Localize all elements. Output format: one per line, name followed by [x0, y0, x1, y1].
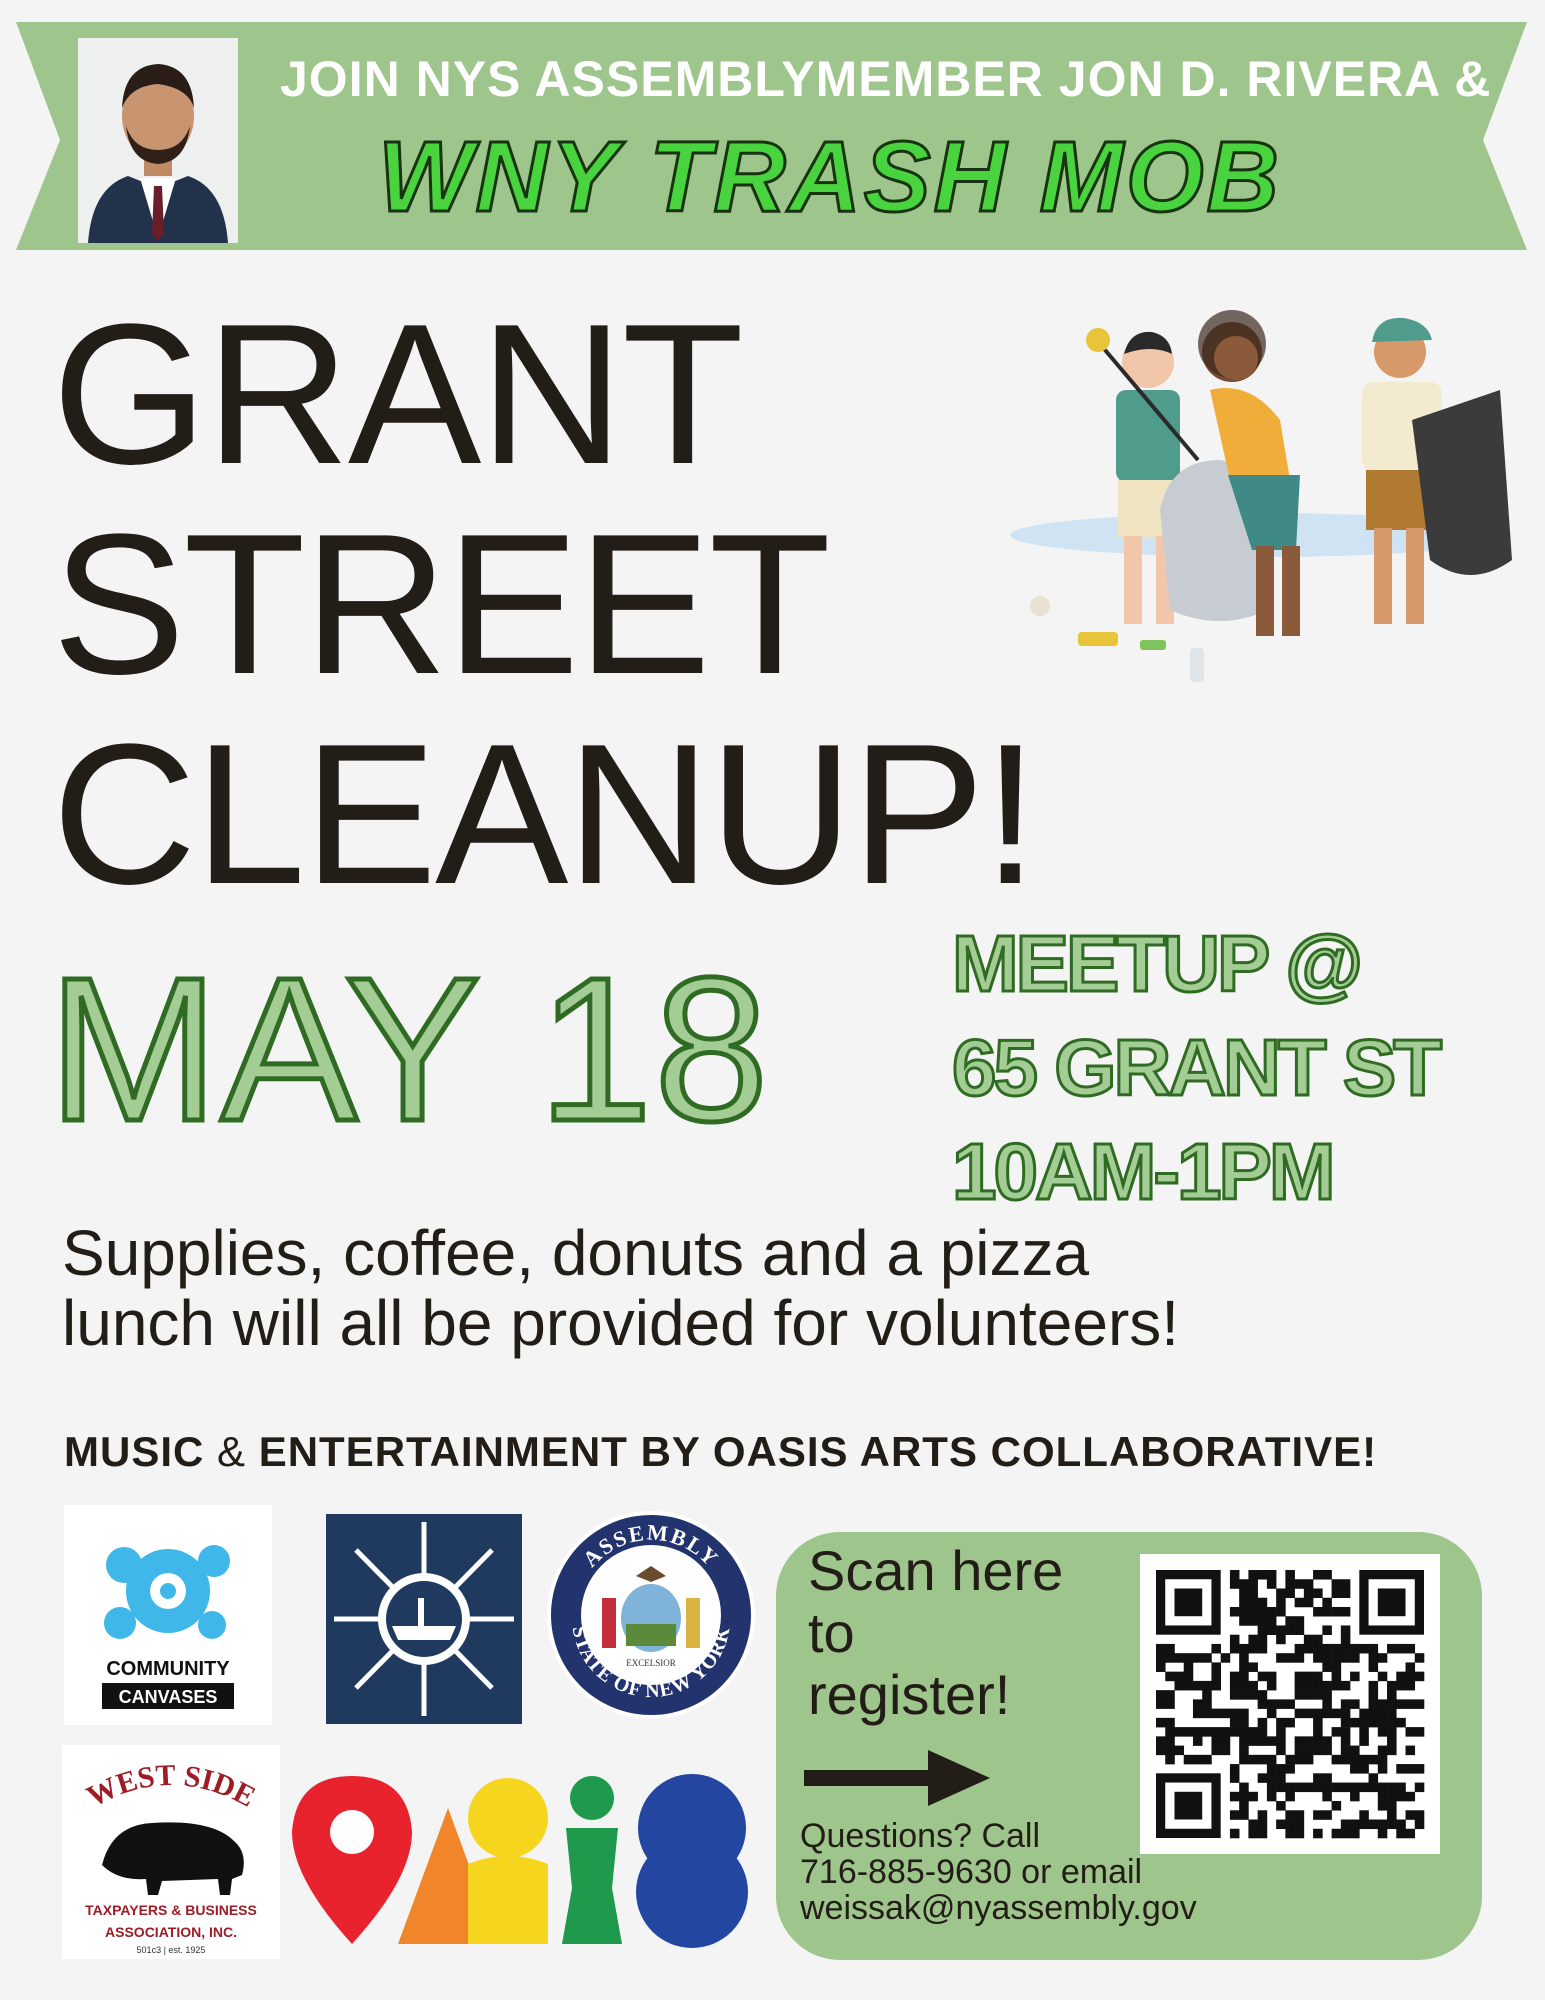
ampersand: &: [204, 1428, 259, 1475]
title-line: CLEANUP!: [52, 703, 1038, 926]
contact-phone-line[interactable]: 716-885-9630 or email: [800, 1854, 1320, 1890]
banner-trash-mob-title: WNY TRASH MOB: [377, 120, 1282, 235]
meetup-line: MEETUP @: [951, 918, 1365, 1010]
title-line: STREET: [52, 493, 831, 716]
svg-text:CANVASES: CANVASES: [119, 1687, 218, 1707]
svg-text:COMMUNITY: COMMUNITY: [106, 1658, 230, 1680]
event-title: GRANT STREET CLEANUP!: [52, 290, 1052, 920]
music-entertainment-note: MUSIC & ENTERTAINMENT BY OASIS ARTS COLL…: [64, 1428, 1377, 1476]
supplies-line: Supplies, coffee, donuts and a pizza: [62, 1217, 1090, 1289]
registration-qr-code[interactable]: [1140, 1554, 1440, 1854]
svg-text:ASSOCIATION, INC.: ASSOCIATION, INC.: [105, 1924, 237, 1940]
svg-text:WEST SIDE: WEST SIDE: [82, 1759, 261, 1814]
nys-assembly-seal: ASSEMBLY STATE OF NEW YORK EXCELSIOR: [542, 1506, 760, 1724]
volunteers-cleanup-illustration: [1010, 310, 1512, 682]
svg-text:TAXPAYERS & BUSINESS: TAXPAYERS & BUSINESS: [85, 1902, 257, 1918]
qr-code-icon: [1156, 1570, 1425, 1839]
banner-join-text: JOIN NYS ASSEMBLYMEMBER JON D. RIVERA &: [280, 51, 1492, 107]
arrow-right-icon: [804, 1750, 990, 1806]
questions-contact: Questions? Call 716-885-9630 or email we…: [800, 1818, 1320, 1926]
meetup-details: MEETUP @ 65 GRANT ST 10AM-1PM: [951, 912, 1512, 1224]
meetup-line: 10AM-1PM: [951, 1126, 1338, 1218]
questions-line: Questions? Call: [800, 1817, 1041, 1855]
supplies-line: lunch will all be provided for volunteer…: [62, 1287, 1180, 1359]
event-date: MAY 18: [45, 935, 771, 1164]
community-canvases-logo: COMMUNITY CANVASES: [64, 1505, 272, 1725]
supplies-note: Supplies, coffee, donuts and a pizza lun…: [62, 1218, 1502, 1358]
contact-email-line[interactable]: weissak@nyassembly.gov: [800, 1890, 1320, 1926]
music-label: MUSIC: [64, 1428, 205, 1475]
entertainment-label: ENTERTAINMENT BY OASIS ARTS COLLABORATIV…: [258, 1428, 1378, 1475]
city-of-buffalo-flag-logo: [326, 1514, 522, 1724]
scan-line: to: [808, 1601, 855, 1664]
oasis-arts-logo: [282, 1768, 762, 1948]
scan-to-register-text: Scan here to register!: [808, 1540, 1138, 1726]
meetup-line: 65 GRANT ST: [951, 1022, 1444, 1114]
assemblymember-portrait: [78, 38, 238, 243]
scan-line: Scan here: [808, 1539, 1064, 1602]
west-side-taxpayers-logo: WEST SIDE TAXPAYERS & BUSINESS ASSOCIATI…: [62, 1745, 280, 1959]
svg-text:501c3 | est. 1925: 501c3 | est. 1925: [137, 1945, 206, 1955]
svg-text:EXCELSIOR: EXCELSIOR: [626, 1658, 676, 1668]
title-line: GRANT: [52, 283, 744, 506]
scan-line: register!: [808, 1663, 1011, 1726]
